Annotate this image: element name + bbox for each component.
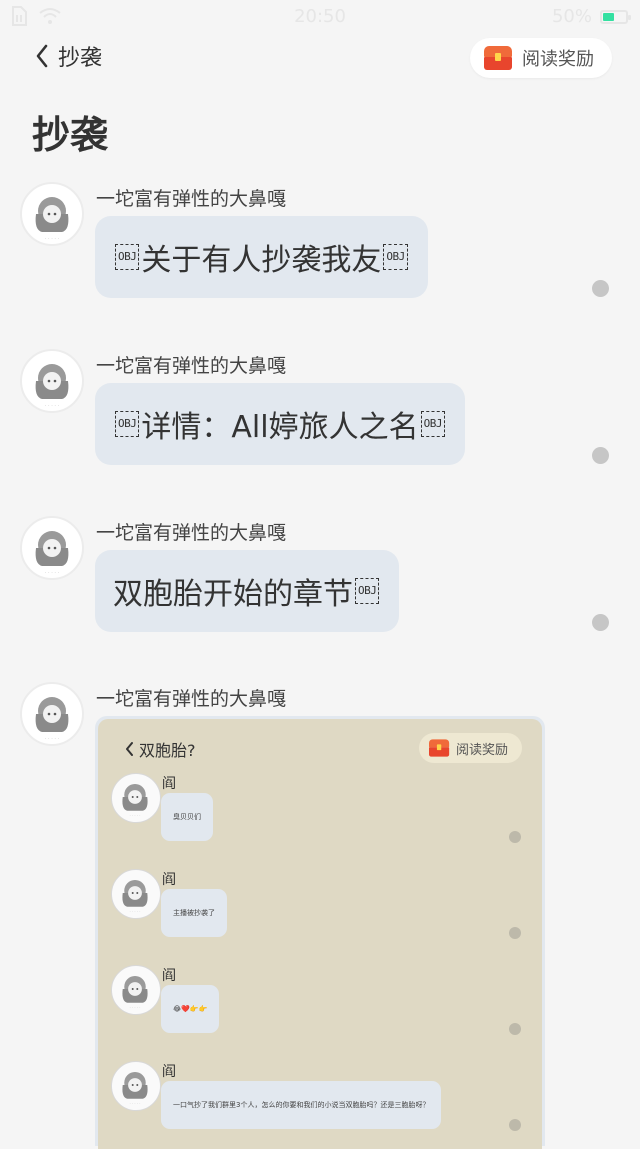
svg-text:· · · · ·: · · · · · bbox=[45, 236, 60, 242]
embedded-status-dot bbox=[509, 1023, 521, 1035]
object-placeholder-icon: OBJ bbox=[115, 411, 140, 437]
embedded-reward-label: 阅读奖励 bbox=[455, 742, 508, 758]
status-dot bbox=[592, 614, 609, 631]
embedded-reward-button: 阅读奖励 bbox=[418, 733, 522, 763]
sender-name: 一坨富有弹性的大鼻嘎 bbox=[96, 688, 287, 710]
sender-name: 一坨富有弹性的大鼻嘎 bbox=[96, 188, 287, 210]
embedded-bubble: 😂❤️👉👉 bbox=[161, 985, 220, 1033]
embedded-sender: 阎 bbox=[162, 968, 176, 984]
embedded-avatar: · · · · · bbox=[111, 869, 161, 919]
object-placeholder-icon: OBJ bbox=[420, 411, 445, 437]
avatar-image: · · · · · bbox=[122, 879, 148, 914]
avatar-image: · · · · · bbox=[122, 975, 148, 1010]
message-text: 详情：All婷旅人之名 bbox=[141, 410, 419, 445]
svg-text:· · · · ·: · · · · · bbox=[130, 909, 141, 914]
nav-bar: 抄袭 阅读奖励 bbox=[0, 38, 640, 80]
battery-fill bbox=[603, 12, 614, 21]
page-title: 抄袭 bbox=[32, 113, 109, 157]
message-bubble[interactable]: OBJ 详情：All婷旅人之名 OBJ bbox=[95, 383, 465, 465]
avatar[interactable]: · · · · · bbox=[20, 182, 84, 246]
avatar[interactable]: · · · · · bbox=[20, 682, 84, 746]
embedded-avatar: · · · · · bbox=[111, 773, 161, 823]
embedded-avatar: · · · · · bbox=[111, 965, 161, 1015]
treasure-chest-icon bbox=[484, 46, 512, 70]
battery-percent: 50% bbox=[551, 6, 592, 27]
object-placeholder-icon: OBJ bbox=[383, 244, 408, 270]
battery-icon bbox=[600, 9, 631, 24]
avatar-image: · · · · · bbox=[35, 197, 69, 242]
embedded-status-dot bbox=[509, 1119, 521, 1131]
embedded-back-label: 双胞胎? bbox=[139, 741, 196, 760]
treasure-chest-icon bbox=[428, 739, 450, 757]
avatar-image: · · · · · bbox=[35, 697, 69, 742]
avatar-image: · · · · · bbox=[35, 531, 69, 576]
svg-text:· · · · ·: · · · · · bbox=[45, 570, 60, 576]
status-bar: 20:50 50% bbox=[0, 0, 640, 32]
reading-reward-button[interactable]: 阅读奖励 bbox=[470, 38, 612, 78]
back-button[interactable]: 抄袭 bbox=[34, 40, 102, 72]
status-time: 20:50 bbox=[294, 6, 346, 27]
message-text: 双胞胎开始的章节 bbox=[113, 577, 353, 612]
svg-text:· · · · ·: · · · · · bbox=[45, 403, 60, 409]
reading-reward-label: 阅读奖励 bbox=[522, 49, 594, 70]
embedded-status-dot bbox=[509, 831, 521, 843]
embedded-sender: 阎 bbox=[162, 1064, 176, 1080]
status-dot bbox=[592, 280, 609, 297]
object-placeholder-icon: OBJ bbox=[355, 578, 380, 604]
avatar-image: · · · · · bbox=[35, 364, 69, 409]
embedded-bubble: 主播被抄袭了 bbox=[161, 889, 227, 937]
svg-text:· · · · ·: · · · · · bbox=[130, 813, 141, 818]
embedded-back-button: 双胞胎? bbox=[124, 737, 196, 761]
image-bubble[interactable]: 双胞胎? 阅读奖励 · · · · · 阎 臭贝贝们 · · · · · 阎 主… bbox=[95, 716, 545, 1149]
object-placeholder-icon: OBJ bbox=[115, 244, 140, 270]
avatar[interactable]: · · · · · bbox=[20, 349, 84, 413]
status-dot bbox=[592, 447, 609, 464]
sender-name: 一坨富有弹性的大鼻嘎 bbox=[96, 522, 287, 544]
chevron-left-icon bbox=[36, 44, 48, 68]
back-label: 抄袭 bbox=[58, 46, 103, 71]
embedded-screenshot: 双胞胎? 阅读奖励 · · · · · 阎 臭贝贝们 · · · · · 阎 主… bbox=[98, 719, 542, 1149]
avatar-image: · · · · · bbox=[122, 1071, 148, 1106]
message-bubble[interactable]: 双胞胎开始的章节 OBJ bbox=[95, 550, 400, 632]
avatar[interactable]: · · · · · bbox=[20, 516, 84, 580]
status-right: 50% bbox=[551, 6, 631, 27]
embedded-bubble: 臭贝贝们 bbox=[161, 793, 213, 841]
embedded-sender: 阎 bbox=[162, 872, 176, 888]
embedded-sender: 阎 bbox=[162, 776, 176, 792]
sender-name: 一坨富有弹性的大鼻嘎 bbox=[96, 355, 287, 377]
message-bubble[interactable]: OBJ 关于有人抄袭我友 OBJ bbox=[95, 216, 428, 298]
embedded-status-dot bbox=[509, 927, 521, 939]
svg-text:· · · · ·: · · · · · bbox=[45, 736, 60, 742]
embedded-bubble: 一口气抄了我们群里3个人，怎么的你要和我们的小说当双胞胎吗？还是三胞胎呀？ bbox=[161, 1081, 442, 1129]
chevron-left-icon bbox=[126, 742, 133, 756]
message-text: 关于有人抄袭我友 bbox=[141, 243, 382, 278]
embedded-avatar: · · · · · bbox=[111, 1061, 161, 1111]
svg-text:· · · · ·: · · · · · bbox=[130, 1101, 141, 1106]
svg-text:· · · · ·: · · · · · bbox=[130, 1005, 141, 1010]
avatar-image: · · · · · bbox=[122, 783, 148, 818]
